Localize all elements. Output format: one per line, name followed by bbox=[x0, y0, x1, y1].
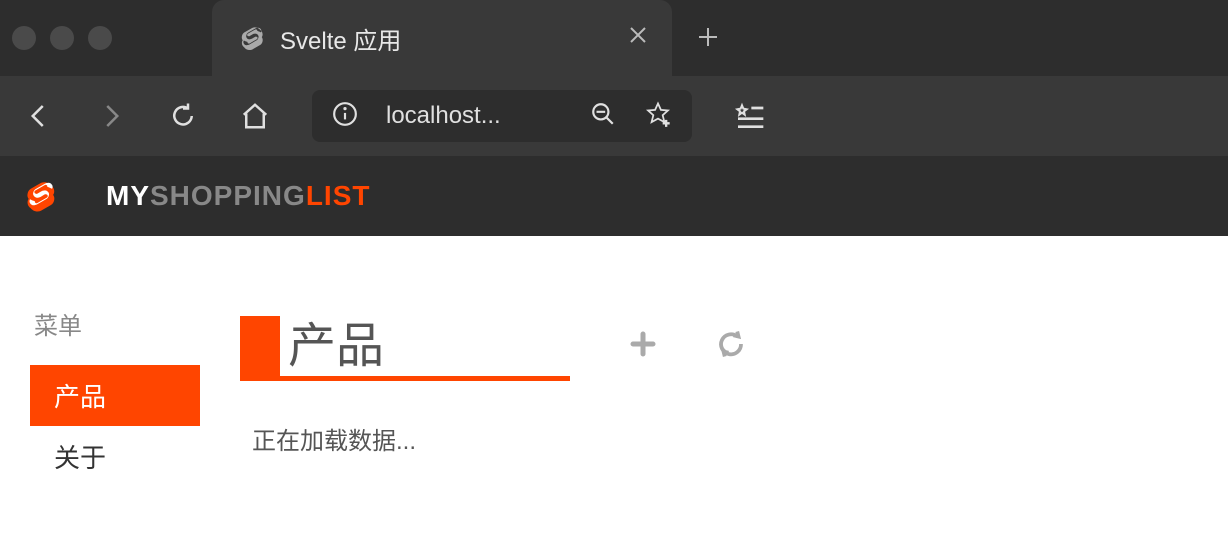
svelte-favicon-icon bbox=[236, 24, 264, 52]
logo-part-my: MY bbox=[106, 180, 150, 211]
sidebar-item-about[interactable]: 关于 bbox=[30, 426, 200, 487]
logo-part-list: LIST bbox=[306, 180, 371, 211]
tab-close-button[interactable] bbox=[628, 24, 648, 52]
sidebar-header: 菜单 bbox=[30, 306, 200, 341]
loading-text: 正在加载数据... bbox=[240, 421, 1198, 456]
logo-part-shopping: SHOPPING bbox=[150, 180, 306, 211]
svelte-logo-icon bbox=[20, 178, 56, 214]
back-button[interactable] bbox=[24, 101, 54, 131]
tab-title: Svelte 应用 bbox=[280, 21, 612, 56]
refresh-button[interactable] bbox=[716, 329, 746, 359]
window-controls bbox=[12, 26, 112, 50]
window-minimize-button[interactable] bbox=[50, 26, 74, 50]
app-logo-text: MYSHOPPINGLIST bbox=[106, 180, 370, 212]
sidebar: 菜单 产品 关于 bbox=[30, 306, 200, 544]
new-tab-button[interactable] bbox=[696, 20, 720, 57]
app-header: MYSHOPPINGLIST bbox=[0, 156, 1228, 236]
reload-button[interactable] bbox=[168, 101, 198, 131]
window-maximize-button[interactable] bbox=[88, 26, 112, 50]
sidebar-item-products[interactable]: 产品 bbox=[30, 365, 200, 426]
zoom-out-icon[interactable] bbox=[590, 101, 616, 132]
browser-tab[interactable]: Svelte 应用 bbox=[212, 0, 672, 76]
address-text: localhost... bbox=[386, 102, 562, 130]
sidebar-item-label: 关于 bbox=[54, 443, 106, 473]
page-title-wrap: 产品 bbox=[240, 306, 570, 381]
sidebar-item-label: 产品 bbox=[54, 382, 106, 412]
app-body: 菜单 产品 关于 产品 正在加载数据... bbox=[0, 236, 1228, 544]
forward-button[interactable] bbox=[96, 101, 126, 131]
content-header: 产品 bbox=[240, 306, 1198, 381]
info-icon[interactable] bbox=[332, 101, 358, 132]
browser-nav-bar: localhost... bbox=[0, 76, 1228, 156]
browser-tab-bar: Svelte 应用 bbox=[0, 0, 1228, 76]
favorite-add-icon[interactable] bbox=[644, 100, 672, 133]
window-close-button[interactable] bbox=[12, 26, 36, 50]
address-bar[interactable]: localhost... bbox=[312, 90, 692, 142]
title-accent-block bbox=[240, 316, 280, 376]
main-content: 产品 正在加载数据... bbox=[240, 306, 1198, 544]
favorites-list-icon[interactable] bbox=[734, 100, 766, 132]
add-button[interactable] bbox=[628, 329, 658, 359]
home-button[interactable] bbox=[240, 101, 270, 131]
page-title: 产品 bbox=[280, 306, 384, 376]
